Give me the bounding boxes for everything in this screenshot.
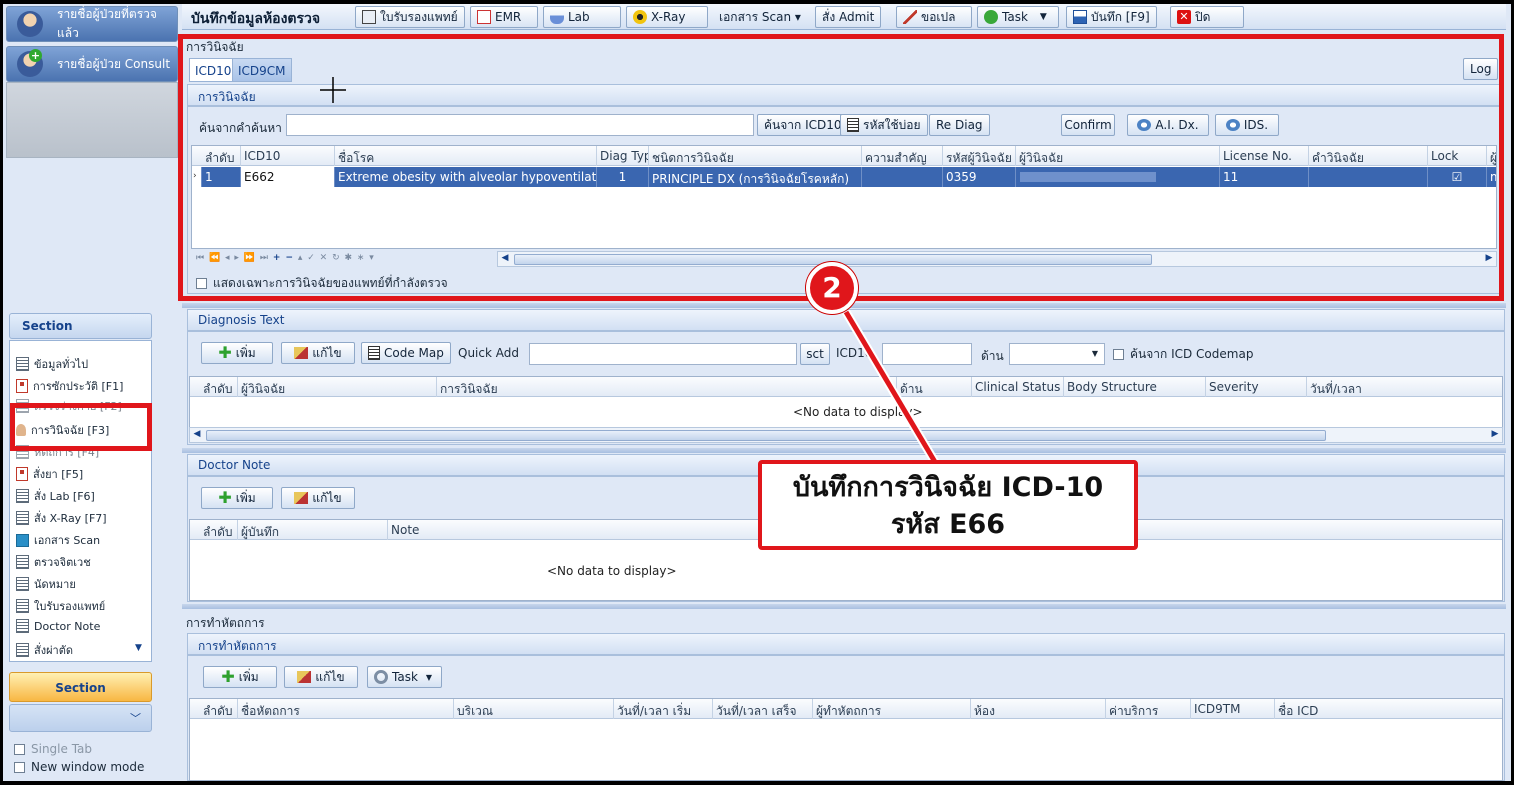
callout-line-1: บันทึกการวินิจฉัย ICD-10 xyxy=(792,472,1104,503)
annotation-callout: บันทึกการวินิจฉัย ICD-10 รหัส E66 xyxy=(758,460,1138,550)
step-number-badge: 2 xyxy=(806,262,858,314)
callout-pointer xyxy=(842,309,939,465)
callout-line-2: รหัส E66 xyxy=(890,509,1006,540)
